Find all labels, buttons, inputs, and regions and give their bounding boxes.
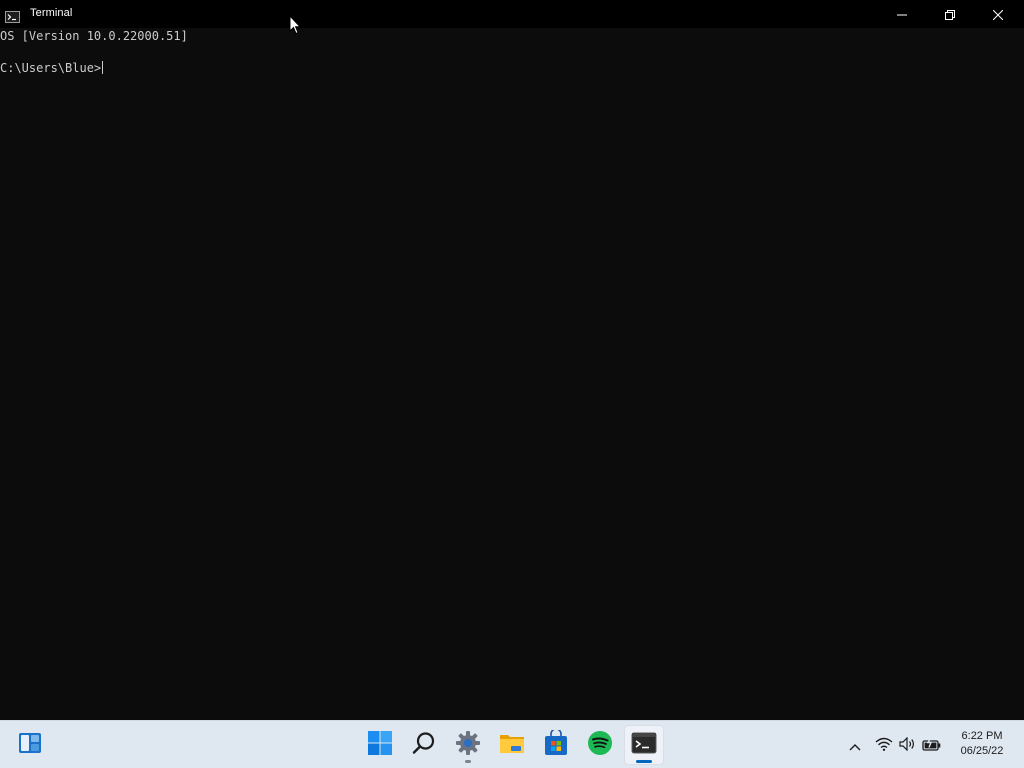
volume-button[interactable] [896,733,920,757]
terminal-icon [5,8,20,23]
show-hidden-icons-button[interactable] [843,733,867,757]
battery-button[interactable] [920,733,944,757]
clock-date: 06/25/22 [960,745,1004,757]
spotify-button[interactable] [580,725,620,765]
network-button[interactable] [872,733,896,757]
file-explorer-button[interactable] [492,725,532,765]
terminal-icon [631,732,657,758]
terminal-console[interactable]: OS [Version 10.0.22000.51] C:\Users\Blue… [0,28,1024,720]
taskbar-clock[interactable]: 6:22 PM 06/25/22 [950,729,1014,759]
microsoft-store-button[interactable] [536,725,576,765]
text-cursor [102,61,104,74]
wifi-icon [875,736,893,755]
search-icon [412,731,436,759]
settings-gear-icon [455,730,481,760]
window-title: Terminal [30,7,73,19]
search-button[interactable] [404,725,444,765]
restore-icon [945,5,955,24]
close-icon [992,5,1004,24]
battery-charging-icon [922,736,942,755]
console-line: OS [Version 10.0.22000.51] [0,29,188,43]
chevron-up-icon [849,736,861,755]
clock-time: 6:22 PM [961,730,1003,742]
widgets-button[interactable] [10,725,50,765]
mouse-pointer-icon [289,14,302,35]
spotify-icon [587,730,613,760]
microsoft-store-icon [543,728,569,760]
maximize-button[interactable] [927,0,973,28]
start-button[interactable] [360,725,400,765]
terminal-window: Terminal OS [Version 10.0.22000.51] C:\U… [0,0,1024,720]
close-button[interactable] [975,0,1021,28]
settings-app-button[interactable] [448,725,488,765]
console-prompt-line: C:\Users\Blue> [0,60,104,76]
widgets-icon [18,732,42,758]
title-bar[interactable]: Terminal [0,0,1024,28]
running-indicator [465,760,471,763]
taskbar: 6:22 PM 06/25/22 [0,720,1024,768]
windows-start-icon [367,730,393,760]
minimize-icon [897,5,907,24]
minimize-button[interactable] [879,0,925,28]
terminal-taskbar-button[interactable] [624,725,664,765]
volume-icon [899,736,917,755]
active-indicator [636,760,652,763]
console-prompt: C:\Users\Blue> [0,61,102,75]
file-explorer-icon [499,731,525,759]
